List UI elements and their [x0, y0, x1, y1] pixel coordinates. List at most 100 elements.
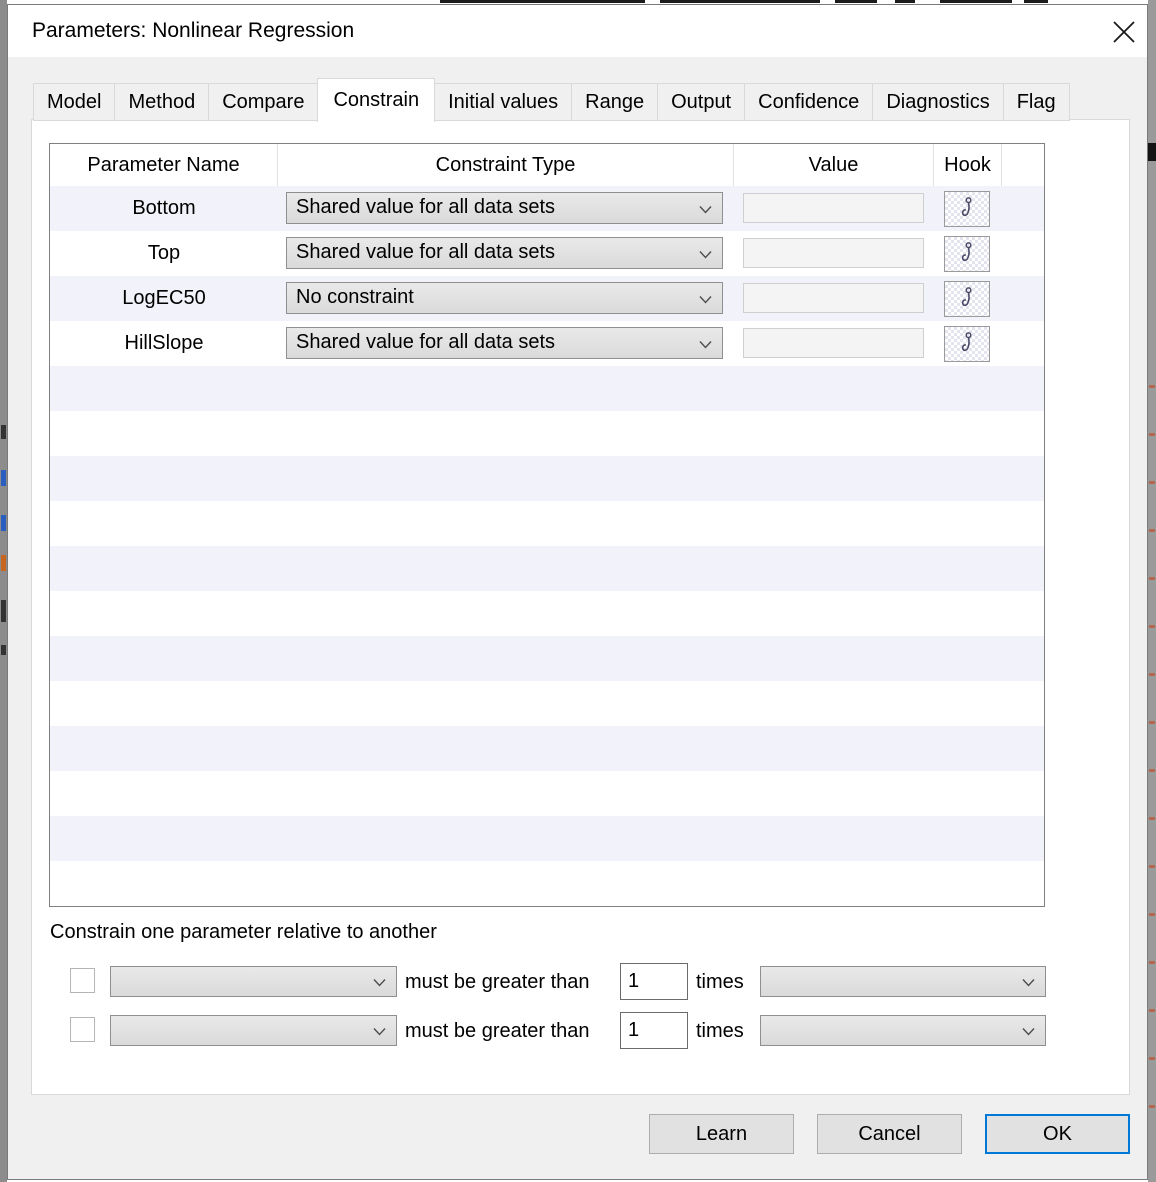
relative-constraint-checkbox[interactable]: [70, 968, 95, 993]
tab-bar: ModelMethodCompareConstrainInitial value…: [33, 77, 1070, 121]
relative-param1-select[interactable]: [110, 1015, 397, 1046]
header-value: Value: [734, 144, 934, 186]
table-header: Parameter Name Constraint Type Value Hoo…: [50, 144, 1044, 186]
chevron-down-icon: [699, 250, 712, 259]
relative-param2-select[interactable]: [760, 966, 1046, 997]
relative-section-label: Constrain one parameter relative to anot…: [50, 921, 437, 944]
background-right-strip: [1148, 0, 1156, 1182]
table-row: [50, 681, 1044, 726]
hook-icon: [958, 241, 977, 268]
tab-output[interactable]: Output: [657, 83, 745, 121]
constraint-type-value: Shared value for all data sets: [296, 196, 555, 218]
relative-constraint-checkbox[interactable]: [70, 1017, 95, 1042]
factor-input[interactable]: [620, 1012, 688, 1049]
constraint-value-input[interactable]: [743, 328, 924, 358]
chevron-down-icon: [699, 340, 712, 349]
table-row: [50, 726, 1044, 771]
background-top-fragment: [1024, 0, 1048, 3]
comparison-text: must be greater than: [405, 1011, 590, 1051]
close-icon: [1111, 19, 1137, 45]
constraint-type-select[interactable]: Shared value for all data sets: [286, 327, 723, 359]
table-row: HillSlope Shared value for all data sets: [50, 321, 1044, 366]
table-row: [50, 546, 1044, 591]
table-row: [50, 906, 1044, 907]
tab-initial-values[interactable]: Initial values: [434, 83, 572, 121]
relative-constraint-row: must be greater than times: [32, 962, 1131, 1002]
tab-diagnostics[interactable]: Diagnostics: [872, 83, 1003, 121]
screen: Parameters: Nonlinear Regression ModelMe…: [0, 0, 1156, 1182]
table-row: [50, 366, 1044, 411]
hook-button[interactable]: [944, 281, 990, 317]
relative-constraint-row: must be greater than times: [32, 1011, 1131, 1051]
background-top-fragment: [940, 0, 1012, 3]
constraint-type-select[interactable]: No constraint: [286, 282, 723, 314]
hook-button[interactable]: [944, 326, 990, 362]
constraint-value-input[interactable]: [743, 238, 924, 268]
hook-button[interactable]: [944, 191, 990, 227]
times-text: times: [696, 1011, 744, 1051]
header-constraint-type: Constraint Type: [278, 144, 734, 186]
hook-icon: [958, 331, 977, 358]
table-row: [50, 411, 1044, 456]
constraint-type-value: Shared value for all data sets: [296, 331, 555, 353]
relative-param1-select[interactable]: [110, 966, 397, 997]
table-row: [50, 456, 1044, 501]
chevron-down-icon: [373, 978, 386, 987]
table-row: [50, 816, 1044, 861]
tab-model[interactable]: Model: [33, 83, 115, 121]
chevron-down-icon: [373, 1027, 386, 1036]
background-top-fragment: [440, 0, 645, 3]
table-body: Bottom Shared value for all data sets Top S…: [50, 186, 1044, 907]
parameter-name: HillSlope: [50, 321, 278, 366]
tab-range[interactable]: Range: [571, 83, 658, 121]
comparison-text: must be greater than: [405, 962, 590, 1002]
tab-flag[interactable]: Flag: [1003, 83, 1070, 121]
header-hook: Hook: [934, 144, 1002, 186]
tab-compare[interactable]: Compare: [208, 83, 318, 121]
constraint-type-select[interactable]: Shared value for all data sets: [286, 192, 723, 224]
header-parameter-name: Parameter Name: [50, 144, 278, 186]
hook-icon: [958, 196, 977, 223]
chevron-down-icon: [699, 295, 712, 304]
close-button[interactable]: [1104, 15, 1144, 49]
parameters-table: Parameter Name Constraint Type Value Hoo…: [49, 143, 1045, 907]
dialog-title: Parameters: Nonlinear Regression: [32, 5, 354, 57]
chevron-down-icon: [1022, 978, 1035, 987]
constrain-tab-page: Parameter Name Constraint Type Value Hoo…: [31, 119, 1130, 1095]
header-spacer: [1002, 144, 1044, 186]
hook-button[interactable]: [944, 236, 990, 272]
background-top-fragment: [835, 0, 877, 3]
table-row: Bottom Shared value for all data sets: [50, 186, 1044, 231]
table-row: LogEC50 No constraint: [50, 276, 1044, 321]
background-top-fragment: [660, 0, 820, 3]
constraint-type-value: Shared value for all data sets: [296, 241, 555, 263]
parameter-name: Bottom: [50, 186, 278, 231]
constraint-type-value: No constraint: [296, 286, 414, 308]
cancel-button[interactable]: Cancel: [817, 1114, 962, 1154]
times-text: times: [696, 962, 744, 1002]
table-row: [50, 861, 1044, 906]
constraint-type-select[interactable]: Shared value for all data sets: [286, 237, 723, 269]
ok-button[interactable]: OK: [985, 1114, 1130, 1154]
tab-method[interactable]: Method: [114, 83, 209, 121]
table-row: [50, 501, 1044, 546]
learn-button[interactable]: Learn: [649, 1114, 794, 1154]
parameter-name: LogEC50: [50, 276, 278, 321]
title-bar: Parameters: Nonlinear Regression: [8, 5, 1147, 57]
background-left-strip: [0, 0, 7, 1182]
constraint-value-input[interactable]: [743, 283, 924, 313]
tab-constrain[interactable]: Constrain: [317, 78, 435, 122]
parameters-dialog: Parameters: Nonlinear Regression ModelMe…: [7, 4, 1148, 1180]
parameter-name: Top: [50, 231, 278, 276]
tab-confidence[interactable]: Confidence: [744, 83, 873, 121]
table-row: [50, 771, 1044, 816]
background-top-fragment: [895, 0, 915, 3]
table-row: Top Shared value for all data sets: [50, 231, 1044, 276]
chevron-down-icon: [1022, 1027, 1035, 1036]
table-row: [50, 636, 1044, 681]
table-row: [50, 591, 1044, 636]
constraint-value-input[interactable]: [743, 193, 924, 223]
relative-param2-select[interactable]: [760, 1015, 1046, 1046]
factor-input[interactable]: [620, 963, 688, 1000]
hook-icon: [958, 286, 977, 313]
